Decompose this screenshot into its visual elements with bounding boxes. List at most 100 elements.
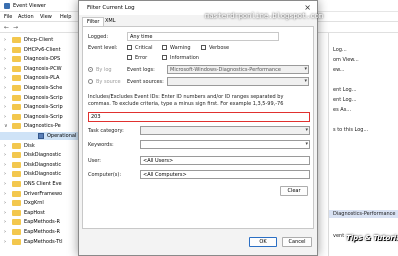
app-icon xyxy=(4,3,10,9)
tree-folder-item[interactable]: ∨ Diagnostics-Pe xyxy=(0,122,79,130)
menu-file[interactable]: File xyxy=(4,14,12,20)
action-item[interactable]: ent Log... xyxy=(333,87,357,93)
menu-action[interactable]: Action xyxy=(18,14,34,20)
clear-button[interactable]: Clear xyxy=(280,186,308,196)
tree-folder-item[interactable]: › DHCPv6-Client xyxy=(0,46,79,54)
tree-folder-item[interactable]: › DiskDiagnostic xyxy=(0,151,79,159)
tree-item-label: Operational xyxy=(47,133,77,139)
logged-value: Any time xyxy=(130,34,153,40)
tree-folder-item[interactable]: › Diagnosis-Scrip xyxy=(0,103,79,111)
ok-button[interactable]: OK xyxy=(249,237,277,247)
tree-folder-item[interactable]: › EapHost xyxy=(0,209,79,217)
computer-input[interactable]: <All Computers> xyxy=(140,170,310,179)
action-item[interactable]: Log... xyxy=(333,47,347,53)
warning-label: Warning xyxy=(170,45,191,51)
chevron-right-icon[interactable]: › xyxy=(4,47,6,53)
back-icon[interactable]: ← xyxy=(4,24,9,31)
tree-folder-item[interactable]: › DriverFramewo xyxy=(0,190,79,198)
tree-folder-item[interactable]: › Diagnosis-PCW xyxy=(0,65,79,73)
chevron-right-icon[interactable]: › xyxy=(4,114,6,120)
menu-view[interactable]: View xyxy=(40,14,52,20)
tree-item-label: Diagnosis-Scrip xyxy=(24,113,63,120)
critical-checkbox[interactable] xyxy=(127,45,132,50)
chevron-right-icon[interactable]: › xyxy=(4,229,6,235)
chevron-right-icon[interactable]: › xyxy=(4,191,6,197)
tree-item-label: EapMethods-R xyxy=(24,229,61,235)
chevron-right-icon[interactable]: › xyxy=(4,56,6,62)
filter-panel: Logged: Any time Event level: Critical W… xyxy=(82,26,314,229)
by-log-label: By log xyxy=(96,67,112,73)
tree-folder-item[interactable]: › EapMethods-R xyxy=(0,218,79,226)
action-item[interactable]: ew... xyxy=(333,67,344,73)
information-checkbox[interactable] xyxy=(162,55,167,60)
chevron-right-icon[interactable]: › xyxy=(4,239,6,245)
chevron-right-icon[interactable]: › xyxy=(4,104,6,110)
close-icon[interactable]: × xyxy=(304,3,311,12)
forward-icon[interactable]: → xyxy=(13,24,18,31)
folder-icon xyxy=(12,219,21,226)
chevron-right-icon[interactable]: › xyxy=(4,162,6,168)
tree-folder-item[interactable]: › Dhcp-Client xyxy=(0,36,79,44)
chevron-right-icon[interactable]: › xyxy=(4,85,6,91)
tree-folder-item[interactable]: › Diagnosis-Scrip xyxy=(0,113,79,121)
menu-help[interactable]: Help xyxy=(60,14,71,20)
chevron-right-icon[interactable]: › xyxy=(4,66,6,72)
chevron-right-icon[interactable]: › xyxy=(4,152,6,158)
folder-icon xyxy=(12,46,21,53)
user-input[interactable]: <All Users> xyxy=(140,156,310,165)
actions-section-label: Diagnostics-Performance xyxy=(333,211,396,217)
action-item[interactable]: es As... xyxy=(333,107,351,113)
logged-select[interactable]: Any time xyxy=(127,32,279,41)
tree-folder-item[interactable]: › Diagnosis-DPS xyxy=(0,55,79,63)
chevron-right-icon[interactable]: › xyxy=(4,143,6,149)
task-category-select[interactable]: ▾ xyxy=(140,126,310,135)
chevron-down-icon[interactable]: ∨ xyxy=(4,123,8,129)
event-ids-input[interactable]: 203 xyxy=(88,112,310,122)
warning-checkbox[interactable] xyxy=(162,45,167,50)
chevron-right-icon[interactable]: › xyxy=(4,210,6,216)
critical-label: Critical xyxy=(135,45,153,51)
computer-label: Computer(s): xyxy=(88,172,122,178)
chevron-right-icon[interactable]: › xyxy=(4,219,6,225)
cancel-button[interactable]: Cancel xyxy=(282,237,312,247)
chevron-right-icon[interactable]: › xyxy=(4,95,6,101)
action-item[interactable]: s to this Log... xyxy=(333,127,368,133)
keywords-select[interactable]: ▾ xyxy=(140,140,310,149)
event-level-label: Event level: xyxy=(88,45,118,51)
event-logs-select[interactable]: Microsoft-Windows-Diagnostics-Performanc… xyxy=(167,65,309,74)
tree-folder-item[interactable]: › DiskDiagnostic xyxy=(0,161,79,169)
error-checkbox[interactable] xyxy=(127,55,132,60)
folder-icon xyxy=(12,209,21,216)
tree-folder-item[interactable]: › DiskDiagnostic xyxy=(0,170,79,178)
action-item[interactable]: ent Log... xyxy=(333,97,357,103)
action-item[interactable]: vent xyxy=(333,233,344,239)
folder-icon xyxy=(12,123,21,130)
chevron-right-icon[interactable]: › xyxy=(4,171,6,177)
tree-item-label: DiskDiagnostic xyxy=(24,171,62,178)
by-log-radio[interactable] xyxy=(88,67,93,72)
tree-folder-item[interactable]: › Diagnosis-Scrip xyxy=(0,94,79,102)
by-source-radio[interactable] xyxy=(88,79,93,84)
verbose-checkbox[interactable] xyxy=(201,45,206,50)
event-sources-select[interactable]: ▾ xyxy=(167,77,309,86)
by-source-label: By source xyxy=(96,79,121,85)
folder-icon xyxy=(12,238,21,245)
tree-log-item[interactable]: Operational xyxy=(0,132,79,140)
folder-icon xyxy=(12,161,21,168)
chevron-right-icon[interactable]: › xyxy=(4,181,6,187)
tree-folder-item[interactable]: › Diagnosis-PLA xyxy=(0,74,79,82)
chevron-right-icon[interactable]: › xyxy=(4,75,6,81)
tree-item-label: Diagnosis-Scrip xyxy=(24,94,63,101)
tree-folder-item[interactable]: › Diagnosis-Sche xyxy=(0,84,79,92)
tree-folder-item[interactable]: › Disk xyxy=(0,142,79,150)
chevron-right-icon[interactable]: › xyxy=(4,200,6,206)
folder-icon xyxy=(12,65,21,72)
tree-folder-item[interactable]: › DNS Client Eve xyxy=(0,180,79,188)
event-logs-value: Microsoft-Windows-Diagnostics-Performanc… xyxy=(170,67,281,73)
tree-folder-item[interactable]: › DxgKrnl xyxy=(0,199,79,207)
user-value: <All Users> xyxy=(143,158,174,164)
chevron-right-icon[interactable]: › xyxy=(4,37,6,43)
action-item[interactable]: om View... xyxy=(333,57,359,63)
tree-folder-item[interactable]: › EapMethods-R xyxy=(0,228,79,236)
tree-folder-item[interactable]: › EapMethods-Ttl xyxy=(0,238,79,246)
